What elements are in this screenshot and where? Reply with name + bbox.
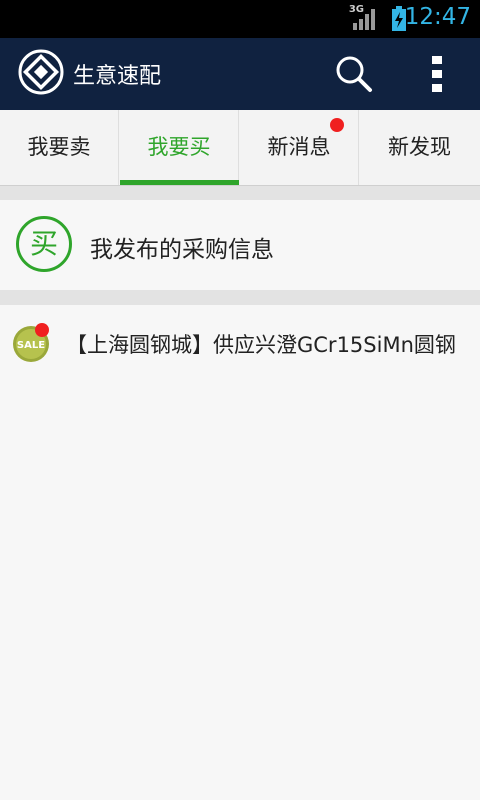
tab-new-messages[interactable]: 新消息 bbox=[240, 110, 359, 185]
active-tab-indicator bbox=[120, 180, 239, 185]
signal-icon bbox=[353, 9, 375, 30]
sale-text: SALE bbox=[17, 340, 45, 351]
divider bbox=[0, 290, 480, 305]
app-bar: 生意速配 bbox=[0, 38, 480, 110]
divider bbox=[0, 186, 480, 200]
tab-label: 新发现 bbox=[388, 135, 451, 159]
tab-bar: 我要卖 我要买 新消息 新发现 bbox=[0, 110, 480, 186]
app-title: 生意速配 bbox=[73, 64, 162, 89]
tab-label: 我要买 bbox=[147, 135, 211, 159]
overflow-menu-icon[interactable] bbox=[420, 50, 456, 98]
section-header[interactable]: 买 我发布的采购信息 bbox=[0, 200, 480, 290]
search-icon[interactable] bbox=[330, 50, 378, 98]
notification-dot-icon bbox=[330, 118, 344, 132]
section-title: 我发布的采购信息 bbox=[90, 237, 274, 263]
tab-sell[interactable]: 我要卖 bbox=[0, 110, 119, 185]
status-bar: 3G 12:47 bbox=[0, 0, 480, 38]
tab-buy[interactable]: 我要买 bbox=[120, 110, 239, 185]
buy-icon: 买 bbox=[16, 216, 72, 272]
app-logo-icon[interactable] bbox=[18, 49, 64, 95]
tab-label: 新消息 bbox=[267, 135, 331, 159]
tab-label: 我要卖 bbox=[27, 135, 91, 159]
item-title: 【上海圆钢城】供应兴澄GCr15SiMn圆钢 bbox=[66, 333, 456, 357]
sale-icon: SALE bbox=[13, 323, 49, 362]
purchase-list: SALE 【上海圆钢城】供应兴澄GCr15SiMn圆钢 bbox=[0, 305, 480, 800]
clock: 12:47 bbox=[404, 4, 471, 30]
tab-discover[interactable]: 新发现 bbox=[360, 110, 479, 185]
list-item[interactable]: SALE 【上海圆钢城】供应兴澄GCr15SiMn圆钢 bbox=[0, 305, 480, 383]
